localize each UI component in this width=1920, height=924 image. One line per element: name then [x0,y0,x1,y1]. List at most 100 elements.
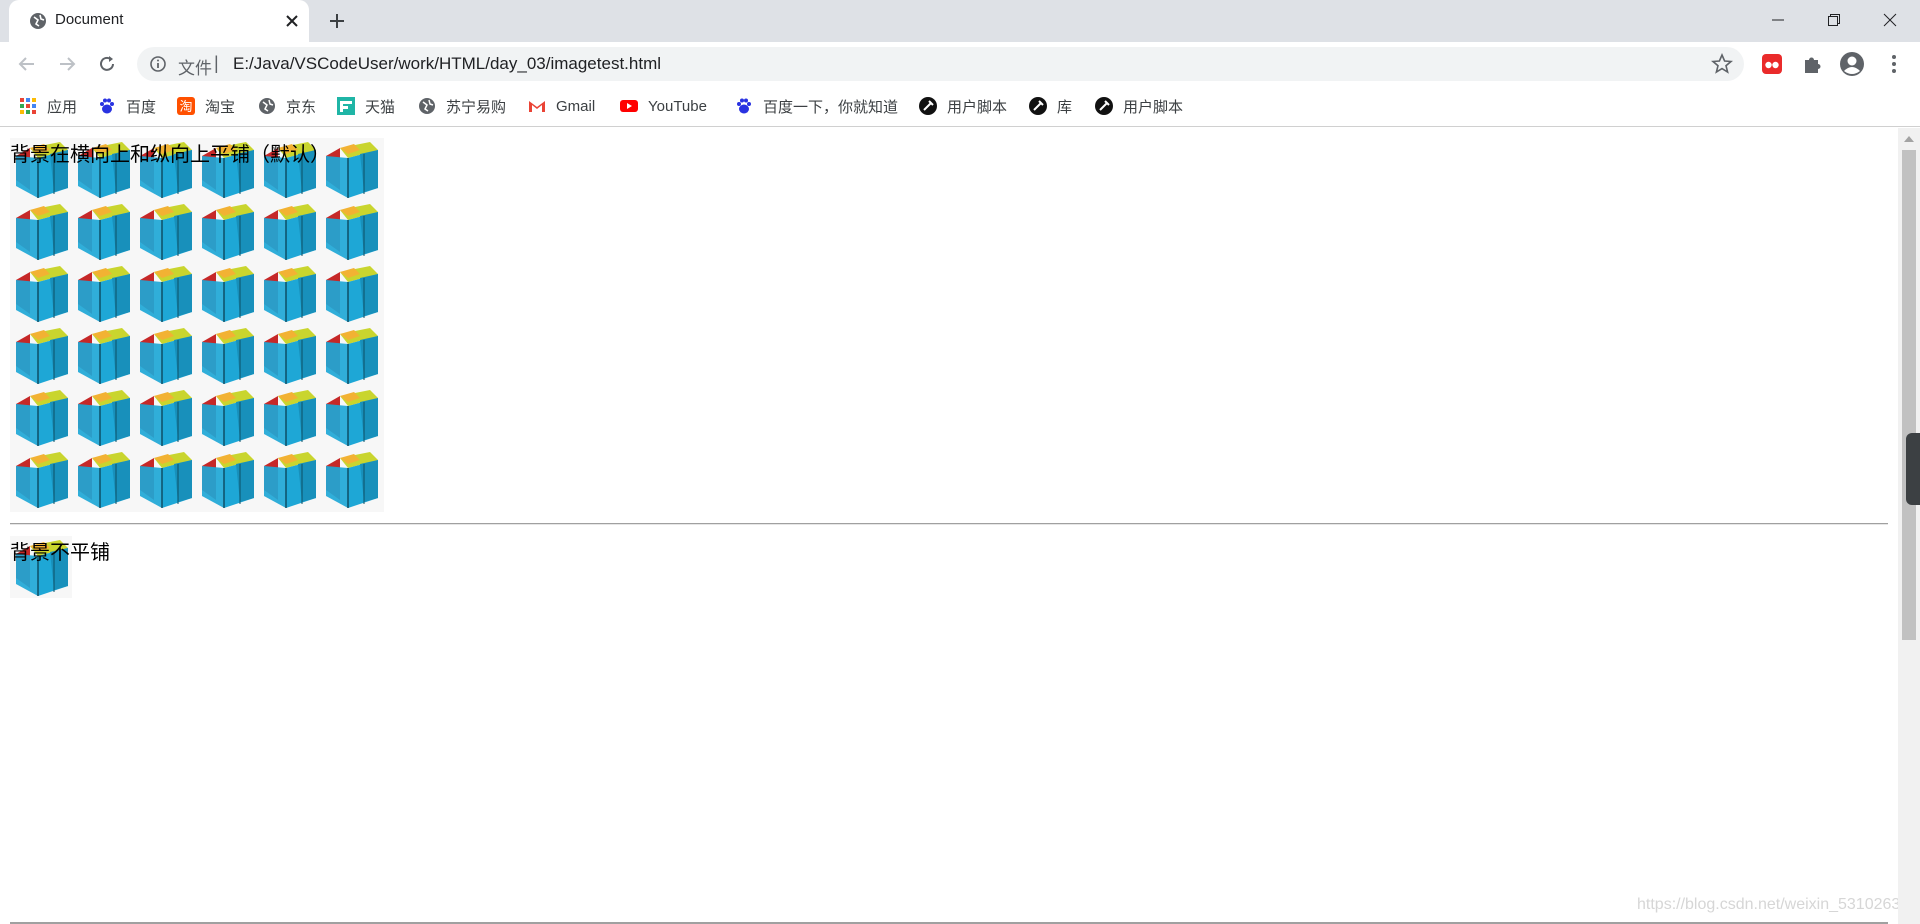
close-tab-icon[interactable] [280,9,304,33]
cube-tile-image [258,386,320,448]
cube-tile-image [134,262,196,324]
puzzle-icon [1805,57,1821,73]
extension-red-icon [1762,54,1782,74]
watermark-text: https://blog.csdn.net/weixin_53102634 [1637,896,1910,913]
bookmark-baidu-search[interactable]: 百度一下，你就知道 [735,94,898,118]
vertical-scrollbar[interactable] [1898,128,1920,924]
kebab-menu-icon [1892,55,1896,73]
scroll-up-icon [1904,136,1914,142]
side-panel-handle[interactable] [1906,433,1920,505]
profile-button[interactable] [1838,50,1866,78]
cube-tile-image [72,262,134,324]
horizontal-rule [10,523,1888,525]
restore-icon [1828,14,1840,26]
bookmark-label: Gmail [556,97,596,115]
tab-title: Document [55,11,124,28]
repeat-caption: 背景在横向上和纵向上平铺（默认） [10,142,330,166]
cube-tile-image [320,386,382,448]
cube-tile-image [258,262,320,324]
cube-tile-image [10,262,72,324]
globe-icon [30,13,46,29]
url-separator: | [214,53,219,73]
extension-red-button[interactable] [1758,50,1786,78]
cube-tile-image [196,324,258,386]
arrow-right-icon [60,57,76,71]
bookmark-userscript-1[interactable]: 用户脚本 [919,94,1007,118]
cube-tile-image [258,200,320,262]
cube-tile-image [72,324,134,386]
bookmark-tmall[interactable]: 天猫 [337,94,395,118]
cube-tile-image [72,200,134,262]
back-button[interactable] [13,50,41,78]
bookmark-star-icon[interactable] [1711,53,1733,75]
tmall-icon [337,97,355,115]
minimize-button[interactable] [1750,0,1806,40]
scroll-up-button[interactable] [1898,132,1920,146]
close-icon [1883,13,1897,27]
bookmark-label: 苏宁易购 [446,98,507,116]
new-tab-button[interactable] [324,8,350,34]
forward-button[interactable] [53,50,81,78]
menu-button[interactable] [1880,50,1908,78]
cube-tile-image [258,324,320,386]
cube-tile-image [320,262,382,324]
svg-text:淘: 淘 [179,100,192,115]
cube-tile-image [134,200,196,262]
gmail-icon [529,101,545,112]
bookmark-label: 百度 [126,98,157,116]
bookmark-apps[interactable]: 应用 [19,94,77,118]
baidu-paw-icon [737,98,751,114]
browser-toolbar: 文件 | E:/Java/VSCodeUser/work/HTML/day_03… [0,42,1920,85]
cube-tile-image [196,200,258,262]
bookmark-baidu[interactable]: 百度 [98,94,156,118]
reload-icon [100,56,114,71]
cube-tile-image [258,448,320,510]
bookmark-gmail[interactable]: Gmail [528,94,595,118]
bookmark-label: 应用 [47,98,78,116]
cube-tile-image [72,386,134,448]
cube-tile-image [72,448,134,510]
cube-tile-image [10,386,72,448]
taobao-icon: 淘 [177,97,195,115]
bookmark-jd[interactable]: 京东 [258,94,316,118]
userscript-icon [1029,97,1047,115]
restore-button[interactable] [1806,0,1862,40]
apps-grid-icon [20,98,36,114]
globe-icon [419,98,435,114]
cube-tile-image [10,324,72,386]
no-repeat-caption: 背景不平铺 [10,540,110,564]
cube-tile-image [196,386,258,448]
cube-tile-image [320,324,382,386]
cube-tile-image [134,386,196,448]
bookmark-label: 百度一下，你就知道 [763,98,899,116]
reload-button[interactable] [93,50,121,78]
bookmark-label: 用户脚本 [947,98,1008,116]
bookmark-label: 淘宝 [205,98,236,116]
bookmark-library[interactable]: 库 [1029,94,1072,118]
bookmark-userscript-2[interactable]: 用户脚本 [1095,94,1183,118]
bookmark-suning[interactable]: 苏宁易购 [418,94,506,118]
info-icon[interactable] [149,55,167,73]
bookmark-label: 天猫 [365,98,396,116]
minimize-icon [1772,19,1784,21]
bookmark-taobao[interactable]: 淘 淘宝 [177,94,235,118]
bookmark-youtube[interactable]: YouTube [620,94,707,118]
page-content: 背景在横向上和纵向上平铺（默认） 背景不平铺 [0,128,1898,924]
repeat-background-box: 背景在横向上和纵向上平铺（默认） [10,138,384,512]
browser-tab[interactable]: Document [9,0,309,42]
cube-tile-image [134,448,196,510]
bookmark-label: YouTube [648,97,707,115]
userscript-icon [919,97,937,115]
title-bar: Document [0,0,1920,42]
scroll-thumb[interactable] [1902,150,1916,640]
url-text[interactable]: E:/Java/VSCodeUser/work/HTML/day_03/imag… [233,54,661,74]
close-window-button[interactable] [1862,0,1918,40]
bookmark-label: 用户脚本 [1123,98,1184,116]
address-bar[interactable]: 文件 | E:/Java/VSCodeUser/work/HTML/day_03… [137,47,1744,81]
bookmark-label: 京东 [286,98,317,116]
cube-tile-image [196,448,258,510]
cube-tile-image [134,324,196,386]
extensions-button[interactable] [1798,50,1826,78]
globe-icon [259,98,275,114]
bookmarks-bar: 应用 百度 淘 淘宝 京东 天猫 苏宁易购 Gmail YouTube 百度一下… [0,85,1920,127]
